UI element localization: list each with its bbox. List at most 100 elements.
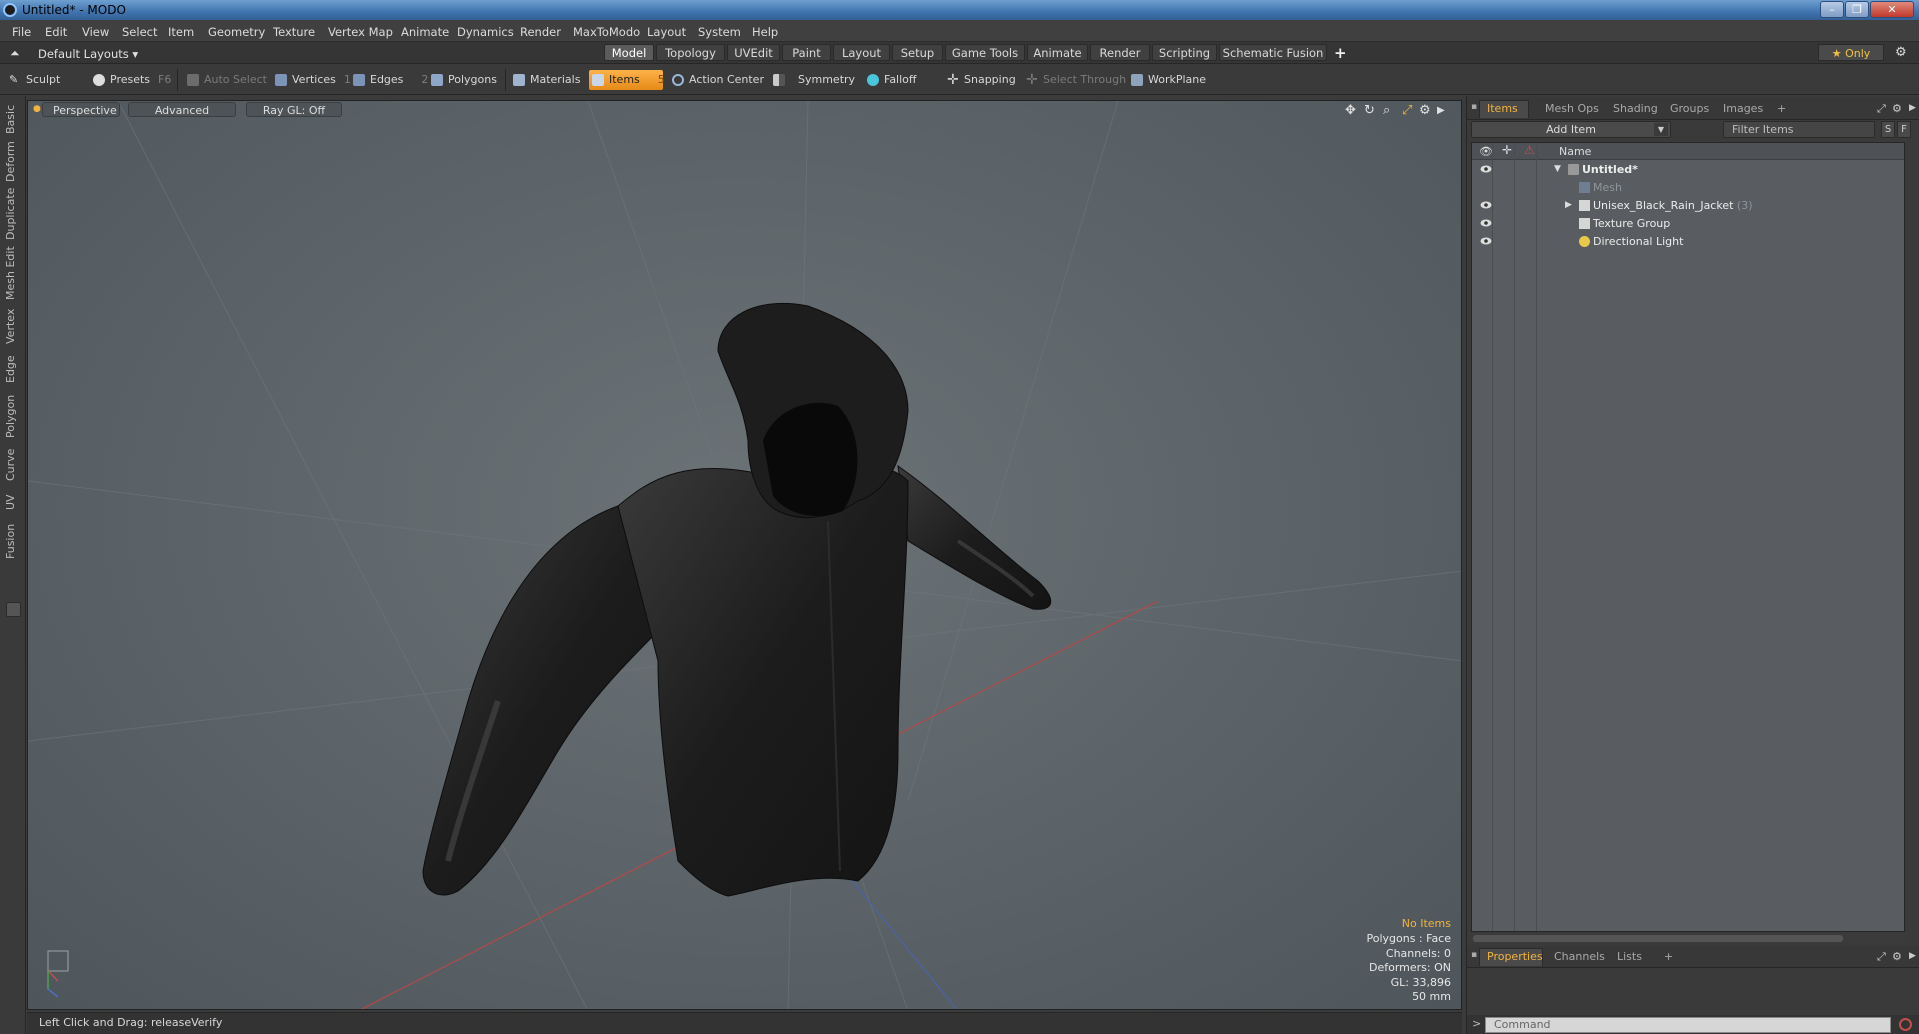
panel-menu-icon[interactable]: ▪ bbox=[1471, 950, 1477, 960]
menu-select[interactable]: Select bbox=[122, 25, 157, 39]
vtab-basic[interactable]: Basic bbox=[4, 102, 22, 136]
tab-schematic-fusion[interactable]: Schematic Fusion bbox=[1219, 44, 1327, 61]
panel-arrow-icon[interactable]: ▶ bbox=[1909, 951, 1916, 961]
zoom-icon[interactable]: ⌕ bbox=[1383, 103, 1390, 118]
viewport-menu-dot-icon[interactable]: ● bbox=[33, 104, 41, 114]
raygl-toggle[interactable]: Ray GL: Off bbox=[246, 102, 342, 117]
vtab-duplicate[interactable]: Duplicate bbox=[4, 188, 22, 240]
visibility-eye-icon[interactable] bbox=[1480, 218, 1492, 228]
gear-icon[interactable]: ⚙ bbox=[1895, 45, 1907, 60]
add-item-dropdown[interactable]: Add Item ▼ bbox=[1471, 121, 1671, 138]
vtab-curve[interactable]: Curve bbox=[4, 446, 22, 484]
viewport-settings-icon[interactable]: ⚙ bbox=[1419, 103, 1431, 118]
tab-model[interactable]: Model bbox=[604, 44, 654, 61]
vtab-uv[interactable]: UV bbox=[4, 490, 22, 514]
menu-render[interactable]: Render bbox=[520, 25, 561, 39]
tab-properties[interactable]: Properties bbox=[1487, 950, 1543, 963]
tab-channels[interactable]: Channels bbox=[1554, 950, 1605, 963]
vertices-button[interactable]: Vertices 1 bbox=[272, 70, 351, 90]
tree-row-directional-light[interactable]: Directional Light bbox=[1472, 233, 1904, 251]
jacket-mesh[interactable] bbox=[422, 302, 1051, 897]
minimize-button[interactable]: – bbox=[1820, 1, 1844, 18]
close-button[interactable]: ✕ bbox=[1870, 1, 1914, 18]
visibility-eye-icon[interactable] bbox=[1480, 200, 1492, 210]
tab-lists[interactable]: Lists bbox=[1617, 950, 1642, 963]
edges-button[interactable]: Edges 2 bbox=[350, 70, 428, 90]
filter-f-button[interactable]: F bbox=[1897, 121, 1911, 138]
expand-panel-icon[interactable]: ⤢ bbox=[1877, 102, 1886, 116]
tab-scripting[interactable]: Scripting bbox=[1152, 44, 1217, 61]
expand-panel-icon[interactable]: ⤢ bbox=[1877, 950, 1886, 964]
expand-arrow-icon[interactable]: ▼ bbox=[1554, 164, 1561, 174]
select-through-button[interactable]: ✛ Select Through bbox=[1023, 70, 1126, 90]
maximize-button[interactable]: ❐ bbox=[1845, 1, 1869, 18]
menu-vertex-map[interactable]: Vertex Map bbox=[328, 25, 393, 39]
tree-row-scene[interactable]: ▼ Untitled* bbox=[1472, 161, 1904, 179]
tab-setup[interactable]: Setup bbox=[892, 44, 943, 61]
tree-row-jacket[interactable]: ▶ Unisex_Black_Rain_Jacket (3) bbox=[1472, 197, 1904, 215]
rotate-icon[interactable]: ↻ bbox=[1364, 103, 1375, 118]
auto-select-button[interactable]: Auto Select bbox=[184, 70, 267, 90]
expand-arrow-icon[interactable]: ▶ bbox=[1565, 200, 1572, 210]
tab-shading[interactable]: Shading bbox=[1613, 102, 1658, 115]
vtab-polygon[interactable]: Polygon bbox=[4, 392, 22, 440]
scrollbar-thumb[interactable] bbox=[1473, 935, 1843, 942]
filter-s-button[interactable]: S bbox=[1881, 121, 1895, 138]
add-tab-button[interactable]: + bbox=[1664, 950, 1673, 963]
expand-arrow-icon[interactable]: ▶ bbox=[1437, 105, 1445, 116]
presets-button[interactable]: Presets F6 bbox=[90, 70, 171, 90]
menu-edit[interactable]: Edit bbox=[45, 25, 67, 39]
panel-gear-icon[interactable]: ⚙ bbox=[1892, 950, 1902, 963]
fit-icon[interactable]: ⤢ bbox=[1402, 103, 1412, 118]
menu-file[interactable]: File bbox=[12, 25, 31, 39]
record-icon[interactable] bbox=[1899, 1018, 1912, 1031]
menu-maxtomodo[interactable]: MaxToModo bbox=[573, 25, 640, 39]
menu-item[interactable]: Item bbox=[168, 25, 194, 39]
menu-view[interactable]: View bbox=[82, 25, 109, 39]
view-mode-dropdown[interactable]: Perspective bbox=[42, 102, 120, 117]
menu-dynamics[interactable]: Dynamics bbox=[457, 25, 514, 39]
tree-row-texture-group[interactable]: Texture Group bbox=[1472, 215, 1904, 233]
tab-mesh-ops[interactable]: Mesh Ops bbox=[1545, 102, 1599, 115]
palette-toggle[interactable] bbox=[6, 602, 21, 617]
default-layouts-dropdown[interactable]: Default Layouts ▾ bbox=[38, 47, 138, 61]
panel-menu-icon[interactable]: ▪ bbox=[1471, 102, 1477, 112]
sculpt-button[interactable]: ✎ Sculpt bbox=[6, 70, 60, 90]
item-list-scrollbar[interactable] bbox=[1471, 934, 1905, 943]
vtab-fusion[interactable]: Fusion bbox=[4, 520, 22, 562]
tab-layout[interactable]: Layout bbox=[833, 44, 890, 61]
tab-game-tools[interactable]: Game Tools bbox=[945, 44, 1025, 61]
layout-arrow-icon[interactable]: ⏶ bbox=[10, 46, 20, 61]
shading-dropdown[interactable]: Advanced bbox=[128, 102, 236, 117]
menu-animate[interactable]: Animate bbox=[401, 25, 449, 39]
menu-geometry[interactable]: Geometry bbox=[208, 25, 265, 39]
menu-texture[interactable]: Texture bbox=[273, 25, 315, 39]
tree-row-mesh[interactable]: Mesh bbox=[1472, 179, 1904, 197]
command-input[interactable]: Command bbox=[1485, 1017, 1891, 1033]
tab-animate[interactable]: Animate bbox=[1027, 44, 1088, 61]
3d-viewport[interactable]: ● Perspective Advanced Ray GL: Off ✥ ↻ ⌕… bbox=[27, 100, 1462, 1010]
vtab-vertex[interactable]: Vertex bbox=[4, 306, 22, 346]
visibility-eye-icon[interactable] bbox=[1480, 164, 1492, 174]
symmetry-button[interactable]: Symmetry bbox=[770, 70, 855, 90]
add-layout-tab-button[interactable]: + bbox=[1334, 44, 1347, 62]
tab-items[interactable]: Items bbox=[1487, 102, 1518, 115]
filter-items-input[interactable]: Filter Items bbox=[1723, 121, 1875, 138]
vtab-deform[interactable]: Deform bbox=[4, 141, 22, 182]
tab-groups[interactable]: Groups bbox=[1670, 102, 1709, 115]
add-tab-button[interactable]: + bbox=[1777, 102, 1786, 115]
snapping-button[interactable]: ✛ Snapping bbox=[944, 70, 1016, 90]
panel-arrow-icon[interactable]: ▶ bbox=[1909, 103, 1916, 113]
action-center-button[interactable]: Action Center bbox=[669, 70, 764, 90]
tab-render[interactable]: Render bbox=[1090, 44, 1150, 61]
workplane-button[interactable]: WorkPlane bbox=[1128, 70, 1206, 90]
tab-paint[interactable]: Paint bbox=[782, 44, 831, 61]
pan-icon[interactable]: ✥ bbox=[1345, 103, 1356, 118]
tab-uvedit[interactable]: UVEdit bbox=[727, 44, 780, 61]
falloff-button[interactable]: Falloff bbox=[864, 70, 916, 90]
items-button[interactable]: Items 5 bbox=[589, 70, 665, 90]
tab-topology[interactable]: Topology bbox=[656, 44, 725, 61]
vtab-edge[interactable]: Edge bbox=[4, 352, 22, 386]
menu-layout[interactable]: Layout bbox=[647, 25, 686, 39]
tab-images[interactable]: Images bbox=[1723, 102, 1763, 115]
